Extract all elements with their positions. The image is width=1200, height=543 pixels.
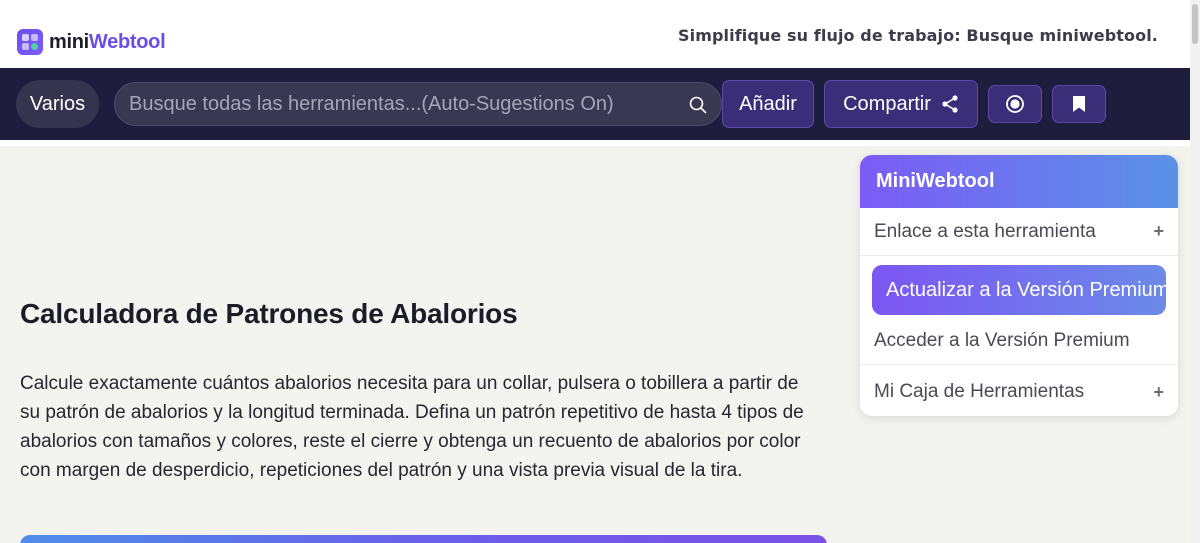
page-description: Calcule exactamente cuántos abalorios ne… bbox=[20, 373, 804, 481]
tool-panel-header bbox=[20, 535, 827, 543]
access-premium-label: Acceder a la Versión Premium bbox=[874, 329, 1130, 351]
toolbox-item[interactable]: Mi Caja de Herramientas + bbox=[860, 368, 1178, 416]
add-button[interactable]: Añadir bbox=[722, 80, 814, 128]
bookmark-icon bbox=[1073, 96, 1085, 112]
bookmark-button[interactable] bbox=[1052, 85, 1106, 123]
top-header: miniWebtool Simplifique su flujo de trab… bbox=[0, 0, 1200, 68]
logo-text: miniWebtool bbox=[49, 30, 166, 54]
share-button[interactable]: Compartir bbox=[824, 80, 978, 128]
page-title: Calculadora de Patrones de Abalorios bbox=[20, 298, 518, 329]
link-to-tool-item[interactable]: Enlace a esta herramienta + bbox=[860, 208, 1178, 256]
scrollbar[interactable] bbox=[1190, 0, 1200, 543]
site-logo[interactable]: miniWebtool bbox=[17, 29, 166, 55]
share-icon bbox=[942, 95, 958, 113]
link-to-tool-label: Enlace a esta herramienta bbox=[874, 220, 1096, 242]
nav-divider bbox=[0, 140, 1190, 146]
scrollbar-thumb[interactable] bbox=[1192, 4, 1198, 44]
logo-icon bbox=[17, 29, 43, 55]
record-icon bbox=[1006, 95, 1024, 113]
share-label: Compartir bbox=[843, 92, 931, 115]
upgrade-premium-button[interactable]: Actualizar a la Versión Premium bbox=[872, 265, 1166, 315]
expand-icon[interactable]: + bbox=[1153, 382, 1164, 403]
nav-bar: Varios Añadir Compartir bbox=[0, 68, 1190, 140]
sidebar-card: MiniWebtool Enlace a esta herramienta + … bbox=[860, 155, 1178, 416]
tagline: Simplifique su flujo de trabajo: Busque … bbox=[678, 26, 1158, 45]
toolbox-label: Mi Caja de Herramientas bbox=[874, 381, 1085, 402]
logo-text-webtool: Webtool bbox=[88, 30, 166, 53]
search-input[interactable] bbox=[129, 83, 679, 125]
categories-button[interactable]: Varios bbox=[16, 80, 99, 128]
access-premium-item[interactable]: Acceder a la Versión Premium bbox=[860, 317, 1178, 365]
search-icon[interactable] bbox=[689, 96, 707, 114]
expand-icon[interactable]: + bbox=[1153, 221, 1164, 242]
record-button[interactable] bbox=[988, 85, 1042, 123]
sidebar-title: MiniWebtool bbox=[860, 155, 1178, 208]
search-box[interactable] bbox=[114, 82, 722, 126]
logo-text-mini: mini bbox=[49, 30, 89, 53]
